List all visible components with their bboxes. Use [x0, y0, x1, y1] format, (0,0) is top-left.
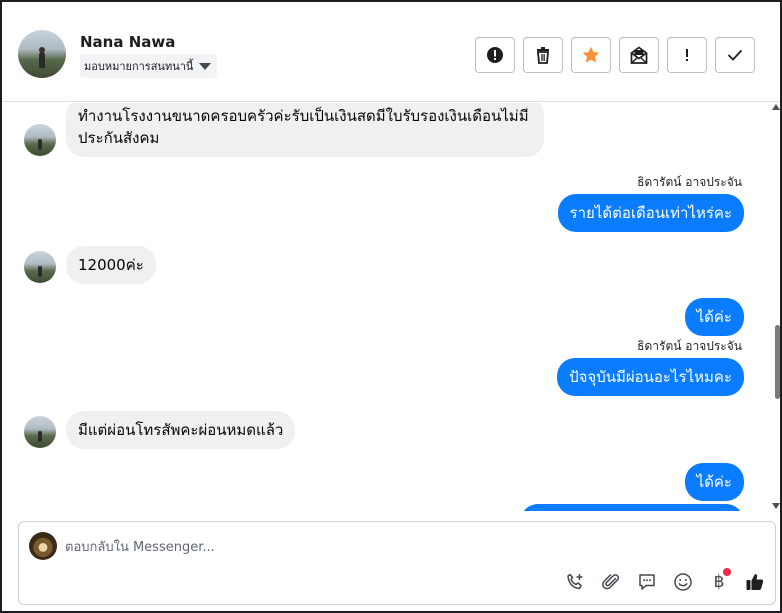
trash-icon — [537, 47, 549, 64]
reply-input[interactable] — [65, 534, 665, 560]
assign-label: มอบหมายการสนทนานี้ — [84, 60, 194, 73]
caret-down-icon — [199, 63, 212, 70]
check-icon — [728, 50, 742, 61]
conversation-header: Nana Nawa มอบหมายการสนทนานี้ — [2, 2, 780, 102]
thumbs-up-icon — [746, 574, 764, 590]
incoming-message[interactable]: 12000ค่ะ — [66, 246, 156, 284]
star-button[interactable] — [571, 37, 611, 73]
contact-name[interactable]: Nana Nawa — [80, 33, 175, 51]
alert-circle-icon — [487, 47, 503, 63]
follow-up-button[interactable] — [667, 37, 707, 73]
chat-bubble-icon — [639, 574, 655, 590]
attach-button[interactable] — [599, 570, 623, 594]
outgoing-message[interactable]: ได้ค่ะ — [684, 463, 744, 501]
message-text-line: ทำงานโรงงานขนาดครอบครัวค่ะรับเป็นเงินสดม… — [78, 107, 529, 125]
outgoing-message[interactable]: ได้ค่ะ — [684, 298, 744, 336]
incoming-message[interactable]: มีแต่ผ่อนโทรสัพคะผ่อนหมดแล้ว — [66, 411, 296, 449]
sender-name: ธิดารัตน์ อาจประจัน — [637, 175, 742, 189]
message-text-line: ประกันสังคม — [78, 129, 160, 147]
contact-avatar[interactable] — [18, 30, 66, 78]
message-thread[interactable]: ทำงานโรงงานขนาดครอบครัวค่ะรับเป็นเงินสดม… — [2, 103, 780, 511]
outgoing-message[interactable]: ปัจจุบันมีผ่อนอะไรไหมคะ — [557, 358, 744, 396]
saved-replies-button[interactable] — [635, 570, 659, 594]
composer-tools: ฿ — [563, 568, 767, 594]
emoji-button[interactable] — [671, 570, 695, 594]
spam-button[interactable] — [475, 37, 515, 73]
notification-dot — [723, 568, 731, 576]
contact-avatar-small — [24, 251, 56, 283]
contact-avatar-small — [24, 124, 56, 156]
payment-button[interactable]: ฿ — [707, 568, 731, 594]
scrollbar-thumb[interactable] — [775, 325, 780, 399]
call-button[interactable] — [563, 570, 587, 594]
sender-name: ธิดารัตน์ อาจประจัน — [637, 339, 742, 353]
scrollbar[interactable] — [772, 103, 780, 511]
smiley-icon — [674, 573, 692, 591]
contact-avatar-small — [24, 416, 56, 448]
mark-unread-icon — [630, 46, 648, 64]
mark-done-button[interactable] — [715, 37, 755, 73]
assign-conversation-dropdown[interactable]: มอบหมายการสนทนานี้ — [80, 54, 218, 78]
messenger-conversation-panel: Nana Nawa มอบหมายการสนทนานี้ ทำงานโรงงาน… — [0, 0, 782, 613]
star-icon — [582, 46, 600, 63]
like-button[interactable] — [743, 570, 767, 594]
reply-composer: ฿ — [18, 521, 776, 605]
outgoing-message-partial — [520, 504, 744, 511]
scroll-up-arrow-icon[interactable] — [772, 104, 780, 110]
scroll-down-arrow-icon[interactable] — [772, 503, 780, 509]
delete-button[interactable] — [523, 37, 563, 73]
paperclip-icon — [602, 574, 620, 590]
incoming-message[interactable]: ทำงานโรงงานขนาดครอบครัวค่ะรับเป็นเงินสดม… — [66, 103, 544, 157]
page-avatar — [29, 532, 57, 560]
outgoing-message[interactable]: รายได้ต่อเดือนเท่าไหร่คะ — [557, 194, 744, 232]
baht-icon: ฿ — [713, 572, 725, 592]
phone-plus-icon — [567, 573, 583, 590]
header-actions — [475, 37, 755, 73]
mark-unread-button[interactable] — [619, 37, 659, 73]
exclamation-icon — [686, 49, 688, 61]
